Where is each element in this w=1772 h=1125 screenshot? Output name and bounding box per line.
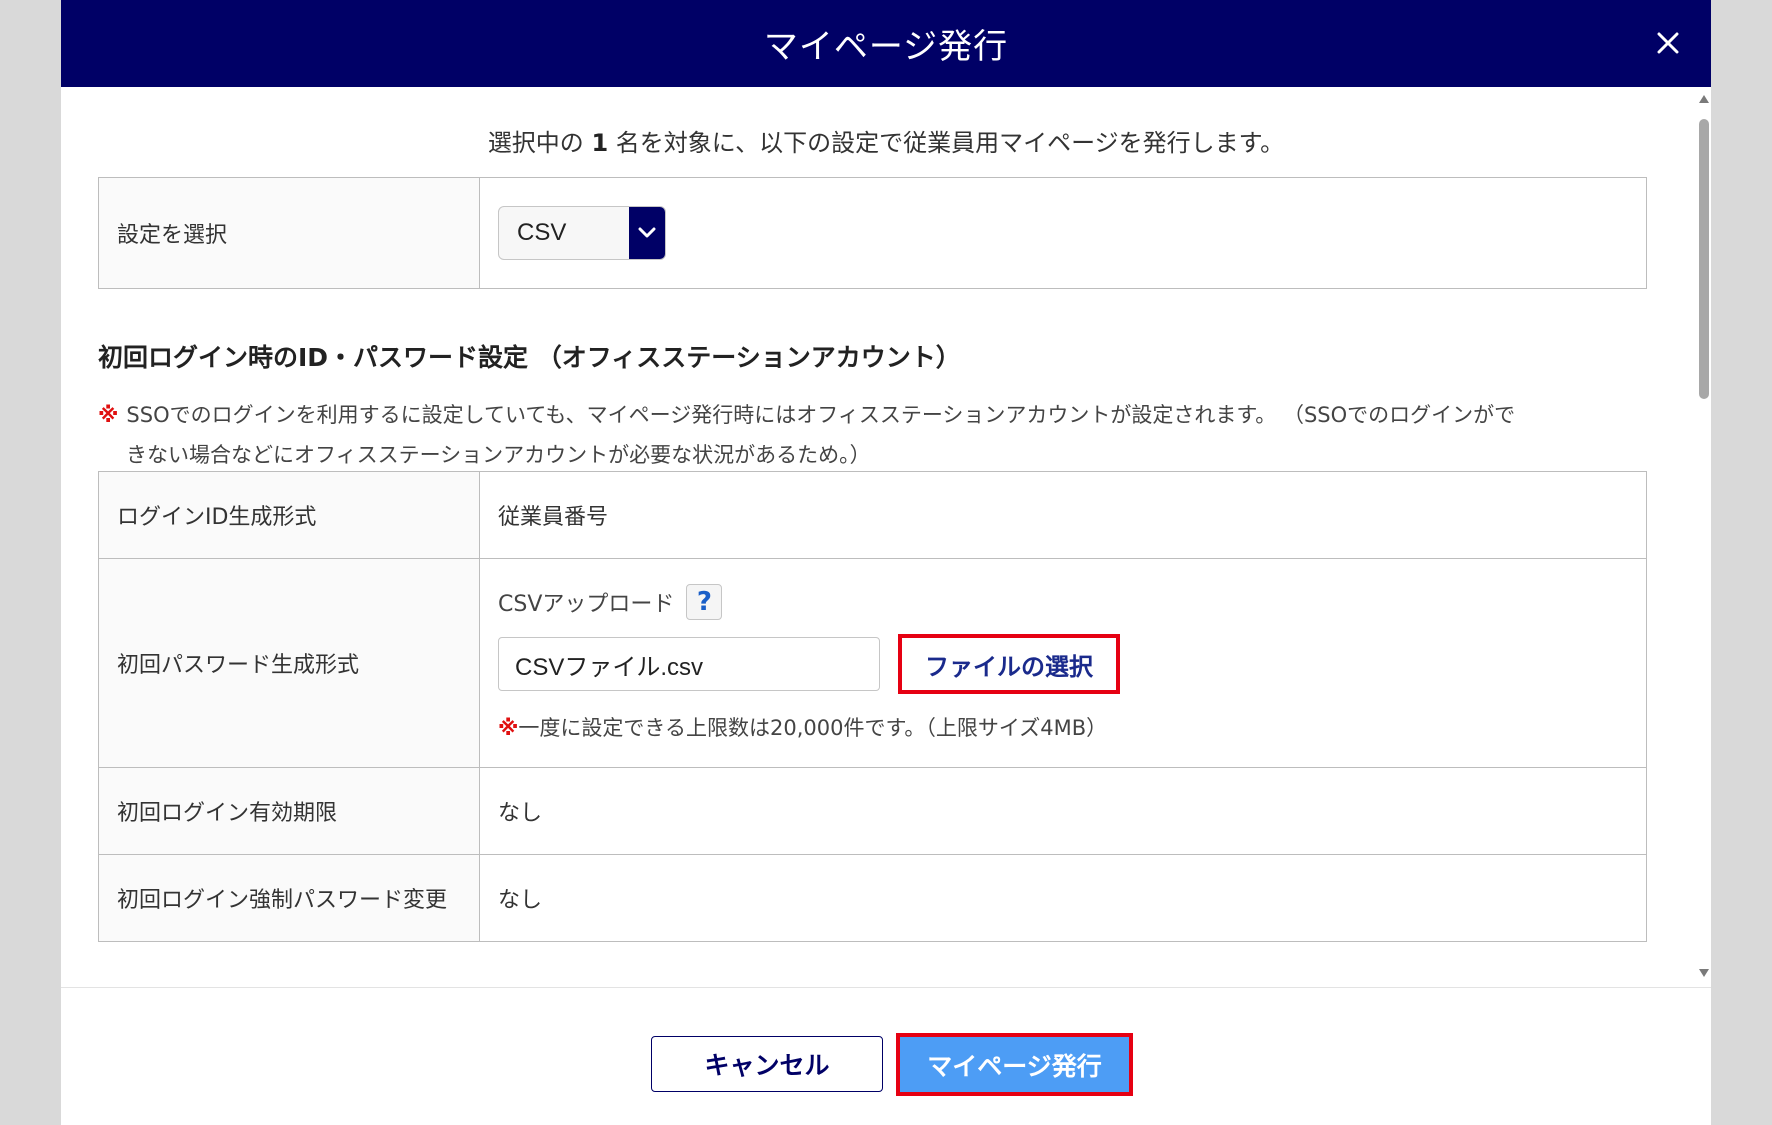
sso-note: ※ SSOでのログインを利用するに設定していても、マイページ発行時にはオフィスステ… <box>98 395 1698 475</box>
dialog-header: マイページ発行 <box>61 0 1711 87</box>
settings-value-cell: CSV <box>479 177 1647 289</box>
note-mark: ※ <box>98 403 119 427</box>
selected-count: 1 <box>591 129 609 157</box>
scrollbar-thumb[interactable] <box>1699 119 1709 399</box>
file-name-field[interactable]: CSVファイル.csv <box>498 637 880 691</box>
csv-upload-label-row: CSVアップロード ? <box>498 584 1646 620</box>
login-id-row: ログインID生成形式 従業員番号 <box>98 471 1647 559</box>
chevron-down-icon <box>629 207 665 259</box>
dialog-body[interactable]: 選択中の 1 名を対象に、以下の設定で従業員用マイページを発行します。 設定を選… <box>61 87 1711 987</box>
dialog-title: マイページ発行 <box>763 27 1009 67</box>
id-password-table: ログインID生成形式 従業員番号 初回パスワード生成形式 CSVアップロード ?… <box>98 471 1647 942</box>
section-title: 初回ログイン時のID・パスワード設定 （オフィスステーションアカウント） <box>98 343 961 372</box>
expiry-value: なし <box>479 767 1647 855</box>
password-label: 初回パスワード生成形式 <box>98 558 480 768</box>
settings-select-value: CSV <box>517 219 567 246</box>
settings-table: 設定を選択 CSV <box>98 177 1647 289</box>
password-row: 初回パスワード生成形式 CSVアップロード ? CSVファイル.csv ファイル… <box>98 558 1647 768</box>
close-icon <box>1657 32 1679 54</box>
limit-note-text: 一度に設定できる上限数は20,000件です。（上限サイズ4MB） <box>518 716 1108 740</box>
expiry-label: 初回ログイン有効期限 <box>98 767 480 855</box>
mypage-publish-dialog: マイページ発行 選択中の 1 名を対象に、以下の設定で従業員用マイページを発行し… <box>61 0 1711 1125</box>
password-value-cell: CSVアップロード ? CSVファイル.csv ファイルの選択 ※一度に設定でき… <box>479 558 1647 768</box>
force-change-label: 初回ログイン強制パスワード変更 <box>98 854 480 942</box>
vertical-scrollbar[interactable] <box>1697 87 1711 987</box>
settings-row: 設定を選択 CSV <box>98 177 1647 289</box>
intro-text: 選択中の 1 名を対象に、以下の設定で従業員用マイページを発行します。 <box>61 123 1711 158</box>
help-icon[interactable]: ? <box>686 584 723 620</box>
intro-suffix: 名を対象に、以下の設定で従業員用マイページを発行します。 <box>608 129 1285 157</box>
scroll-down-arrow-icon[interactable] <box>1697 966 1711 980</box>
login-id-label: ログインID生成形式 <box>98 471 480 559</box>
intro-prefix: 選択中の <box>487 129 592 157</box>
file-select-button[interactable]: ファイルの選択 <box>898 634 1120 694</box>
upload-row: CSVファイル.csv ファイルの選択 <box>498 634 1646 694</box>
csv-upload-label: CSVアップロード <box>498 592 675 617</box>
limit-note: ※一度に設定できる上限数は20,000件です。（上限サイズ4MB） <box>498 712 1646 742</box>
force-change-row: 初回ログイン強制パスワード変更 なし <box>98 854 1647 942</box>
login-id-value: 従業員番号 <box>479 471 1647 559</box>
publish-button-highlight: マイページ発行 <box>896 1033 1133 1096</box>
settings-label: 設定を選択 <box>98 177 480 289</box>
close-button[interactable] <box>1647 22 1689 64</box>
sso-note-line1: SSOでのログインを利用するに設定していても、マイページ発行時にはオフィスステー… <box>126 403 1516 427</box>
cancel-button[interactable]: キャンセル <box>651 1036 883 1092</box>
limit-note-mark: ※ <box>498 716 519 740</box>
force-change-value: なし <box>479 854 1647 942</box>
footer-divider <box>61 987 1711 988</box>
sso-note-line2: きない場合などにオフィスステーションアカウントが必要な状況があるため。） <box>126 443 871 467</box>
sso-note-line1-row: ※ SSOでのログインを利用するに設定していても、マイページ発行時にはオフィスステ… <box>98 395 1698 435</box>
publish-button[interactable]: マイページ発行 <box>900 1037 1129 1092</box>
settings-select[interactable]: CSV <box>498 206 666 260</box>
expiry-row: 初回ログイン有効期限 なし <box>98 767 1647 855</box>
scroll-up-arrow-icon[interactable] <box>1697 92 1711 106</box>
